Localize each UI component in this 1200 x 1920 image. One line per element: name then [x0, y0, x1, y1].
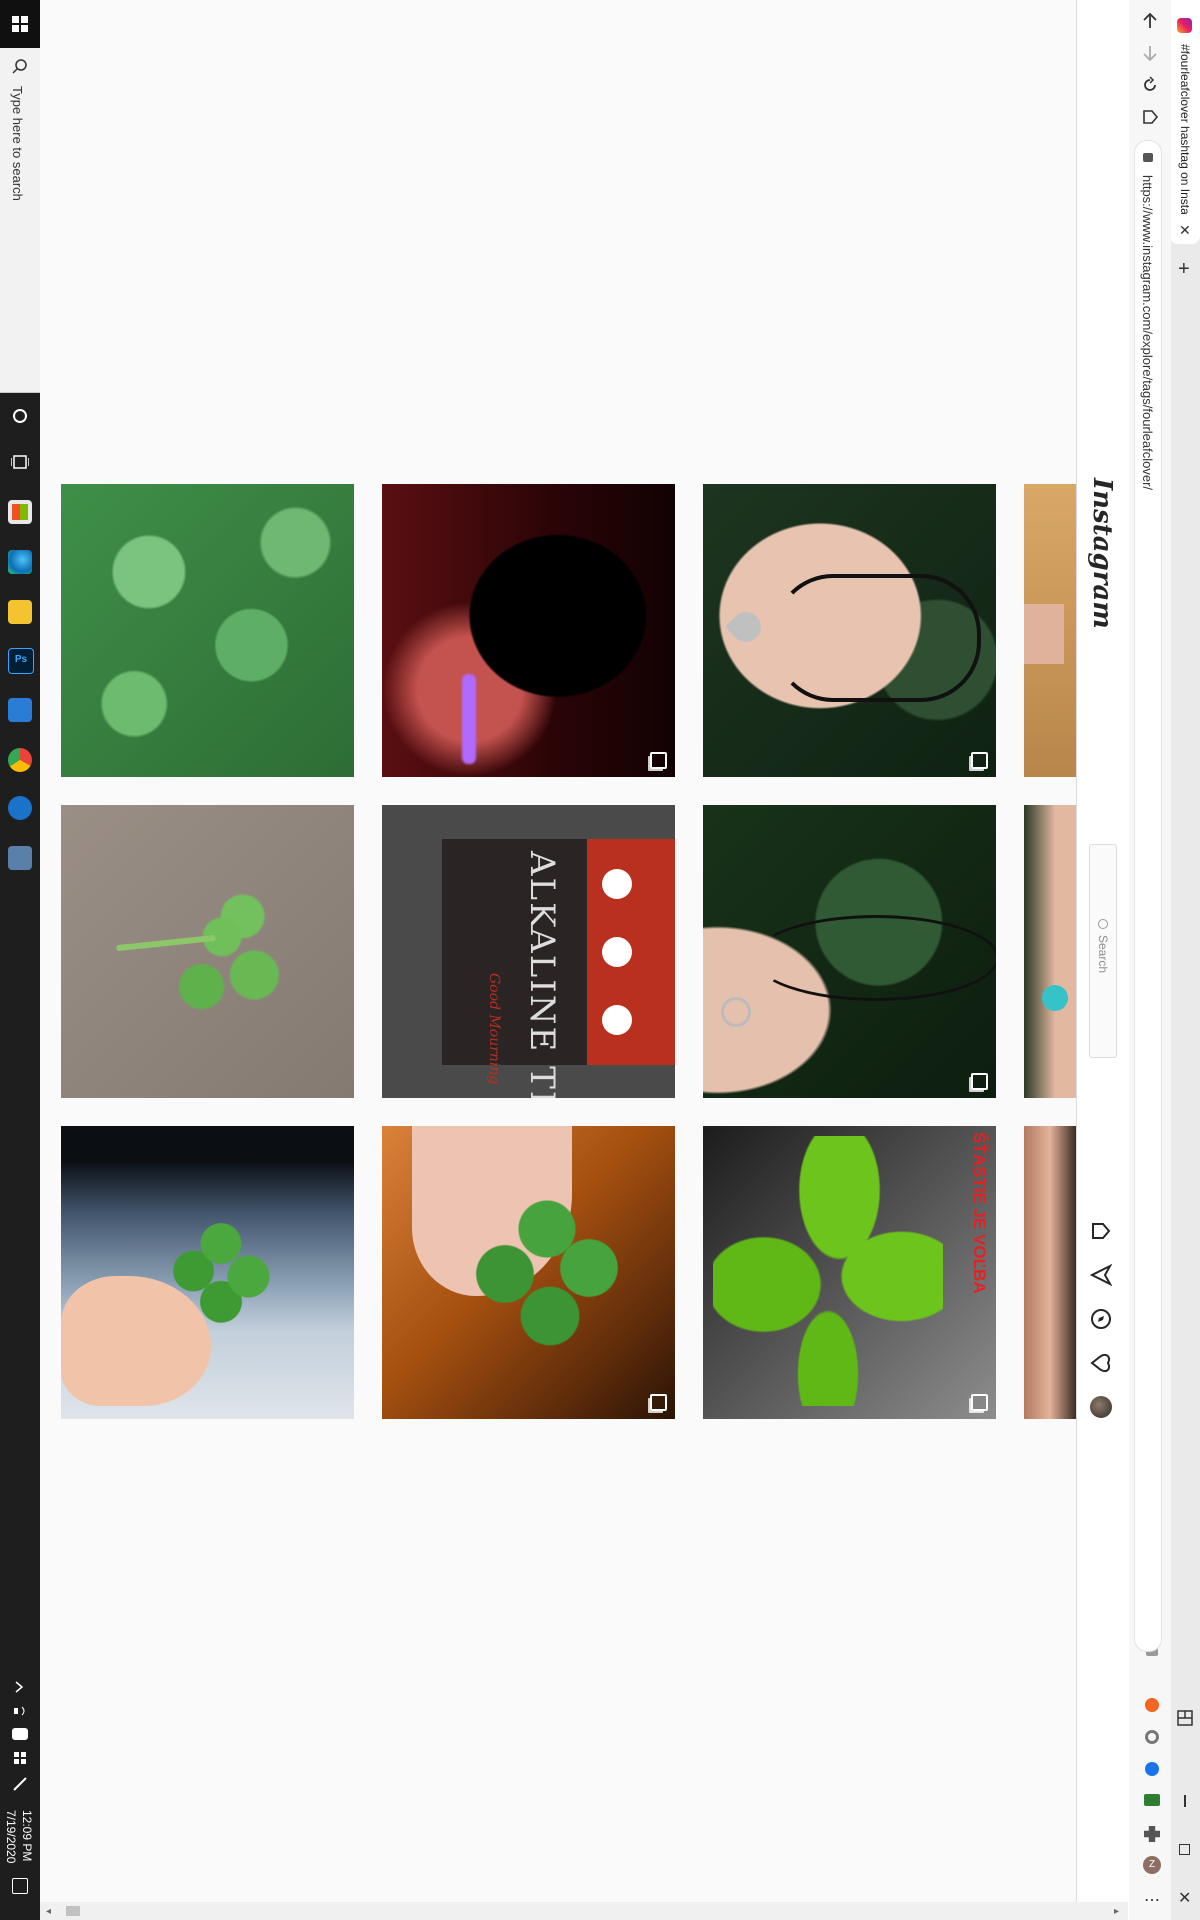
post-tile-clover-closeup[interactable]: ŠŤASTIE JE VOĽBA: [703, 1126, 996, 1419]
profile-avatar-icon[interactable]: Z: [1143, 1856, 1161, 1874]
dropbox-icon[interactable]: [12, 1750, 28, 1766]
home-icon[interactable]: [1141, 108, 1159, 126]
taskbar-clock-time[interactable]: 12:09 PM: [20, 1810, 34, 1861]
extension-green-icon[interactable]: [1144, 1794, 1160, 1806]
reload-icon[interactable]: [1141, 76, 1159, 94]
edge-app-icon[interactable]: [8, 550, 32, 574]
outlook-app-icon[interactable]: [8, 698, 32, 722]
windows-logo-icon: [12, 16, 28, 32]
file-explorer-app-icon[interactable]: [8, 600, 32, 624]
necklace-cord-decoration: [773, 574, 981, 702]
album-subtitle: Good Mourning: [486, 973, 502, 1085]
minimize-window-icon[interactable]: [1184, 1795, 1186, 1807]
home-icon[interactable]: [1090, 1220, 1112, 1242]
activity-heart-icon[interactable]: [1090, 1352, 1112, 1374]
instagram-search-icon: [1098, 919, 1108, 929]
taskbar-clock-date[interactable]: 7/19/2020: [4, 1810, 18, 1863]
restore-window-icon[interactable]: [1179, 1844, 1190, 1855]
lock-icon: [1143, 153, 1153, 162]
search-icon: [12, 59, 27, 74]
address-bar[interactable]: https://www.instagram.com/explore/tags/f…: [1134, 140, 1162, 1652]
taskbar-search-box[interactable]: Type here to search: [0, 0, 40, 393]
pen-icon[interactable]: [12, 1776, 28, 1792]
extension-orange-icon[interactable]: [1145, 1698, 1159, 1712]
multi-photo-icon: [971, 1073, 988, 1090]
post-tile-pendant-hand[interactable]: [703, 484, 996, 777]
necklace-cord-decoration: [753, 915, 996, 1001]
browser-tab-active[interactable]: #fourleafclover hashtag on Insta... ✕: [1170, 0, 1200, 244]
instagram-favicon-icon: [1177, 18, 1192, 33]
instagram-search-placeholder: Search: [1096, 935, 1110, 974]
cortana-icon[interactable]: [12, 408, 28, 424]
windows-start-button[interactable]: [0, 0, 40, 48]
multi-photo-icon: [971, 752, 988, 769]
clover-decoration: [713, 1136, 943, 1406]
browser-tab-strip: #fourleafclover hashtag on Insta... ✕ + …: [1170, 0, 1200, 1920]
explore-compass-icon[interactable]: [1090, 1308, 1112, 1330]
album-sleeve: ALKALINE TRIO Good Mourning: [442, 839, 675, 1098]
post-tile-ring-hand[interactable]: [703, 805, 996, 1098]
pin-decoration: [1042, 985, 1068, 1011]
notification-center-icon[interactable]: [12, 1878, 28, 1894]
band-member-1: [602, 869, 632, 899]
taskbar-search-placeholder: Type here to search: [10, 86, 25, 201]
tab-title: #fourleafclover hashtag on Insta...: [1178, 44, 1192, 214]
extension-circle-icon[interactable]: [1145, 1730, 1159, 1744]
multi-photo-icon: [650, 1394, 667, 1411]
post-tile-anime-art[interactable]: [382, 484, 675, 777]
scroll-right-arrow-icon[interactable]: ▸: [1114, 1906, 1119, 1917]
post-tile-hand-clover[interactable]: [61, 1126, 354, 1419]
back-arrow-icon[interactable]: [1141, 12, 1159, 30]
direct-message-icon[interactable]: [1090, 1264, 1112, 1286]
clover-decoration: [166, 1216, 276, 1326]
address-bar-url[interactable]: https://www.instagram.com/explore/tags/f…: [1140, 175, 1155, 490]
instagram-logo[interactable]: Instagram: [1087, 478, 1117, 629]
post-caption-overlay: ŠŤASTIE JE VOĽBA: [970, 1132, 989, 1294]
scrollbar-thumb[interactable]: [66, 1906, 80, 1916]
instagram-header: Instagram Search: [1076, 0, 1129, 1920]
network-icon[interactable]: [12, 1728, 28, 1740]
post-tile-partial-1[interactable]: [1024, 484, 1076, 777]
control-panel-app-icon[interactable]: [8, 846, 32, 870]
extension-blue-icon[interactable]: [1145, 1762, 1159, 1776]
horizontal-scrollbar[interactable]: ◂ ▸: [40, 1902, 1128, 1920]
multi-photo-icon: [971, 1394, 988, 1411]
band-member-3: [602, 1005, 632, 1035]
task-view-icon[interactable]: [11, 454, 29, 470]
explore-grid: ALKALINE TRIO Good Mourning ŠŤASTIE JE V…: [40, 0, 1076, 1902]
post-tile-clover-patch[interactable]: [61, 484, 354, 777]
scroll-left-arrow-icon[interactable]: ◂: [46, 1906, 51, 1917]
post-tile-clover-sand[interactable]: [61, 805, 354, 1098]
windows-taskbar: Type here to search Ps 12:09 PM 7/19/202…: [0, 0, 40, 1920]
profile-avatar[interactable]: [1090, 1396, 1112, 1418]
forward-arrow-icon[interactable]: [1141, 44, 1159, 62]
chevron-up-icon[interactable]: [13, 1680, 27, 1694]
multi-photo-icon: [650, 752, 667, 769]
post-tile-clover-wood[interactable]: [382, 1126, 675, 1419]
window-layout-icon[interactable]: [1177, 1710, 1193, 1726]
browser-menu-icon[interactable]: ⋯: [1144, 1890, 1160, 1910]
post-tile-partial-2[interactable]: [1024, 805, 1076, 1098]
photoshop-app-icon[interactable]: Ps: [8, 648, 34, 674]
post-tile-partial-3[interactable]: [1024, 1126, 1076, 1419]
band-member-2: [602, 937, 632, 967]
volume-icon[interactable]: [12, 1704, 28, 1718]
settings-app-icon[interactable]: [8, 796, 32, 820]
clover-ring-decoration: [721, 997, 751, 1027]
new-tab-button[interactable]: +: [1178, 258, 1190, 281]
purple-glow-decoration: [462, 674, 476, 764]
close-tab-icon[interactable]: ✕: [1179, 222, 1191, 239]
chrome-app-icon[interactable]: [8, 748, 32, 772]
clover-stem-decoration: [115, 934, 217, 952]
clover-pendant-decoration: [724, 605, 768, 649]
store-app-icon[interactable]: [8, 500, 32, 524]
album-band-name: ALKALINE TRIO: [522, 851, 562, 1098]
extensions-puzzle-icon[interactable]: [1144, 1826, 1160, 1842]
close-window-icon[interactable]: ✕: [1178, 1888, 1191, 1908]
clover-decoration: [472, 1196, 622, 1346]
arm-tattoo-decoration: [1024, 604, 1064, 664]
instagram-search-input[interactable]: Search: [1089, 844, 1117, 1058]
post-tile-album-cover[interactable]: ALKALINE TRIO Good Mourning: [382, 805, 675, 1098]
